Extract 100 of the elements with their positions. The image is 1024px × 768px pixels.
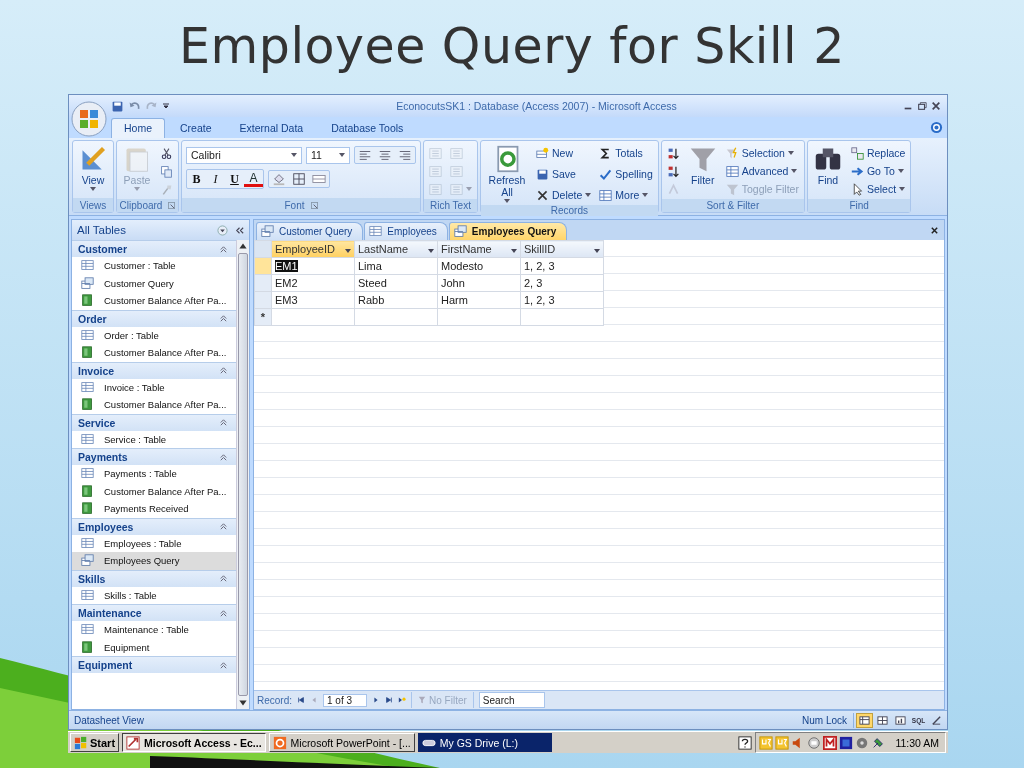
first-record-icon[interactable]	[297, 696, 305, 704]
collapse-icon[interactable]	[234, 224, 245, 236]
caret-icon	[504, 199, 510, 203]
dropdown-icon[interactable]	[217, 224, 228, 236]
customize-icon[interactable]	[162, 102, 170, 110]
group-label: Views	[79, 199, 107, 211]
navigation-item[interactable]: Equipment	[72, 638, 236, 656]
restore-icon[interactable]	[917, 101, 927, 111]
search-field[interactable]: Search	[478, 692, 545, 708]
last-record-icon[interactable]	[385, 696, 394, 704]
navigation-item[interactable]: Customer : Table	[72, 257, 236, 275]
table-icon	[81, 380, 94, 394]
navigation-item[interactable]: Maintenance : Table	[72, 621, 236, 639]
document-tab[interactable]: Customer Query	[256, 222, 364, 240]
save-icon[interactable]	[111, 99, 124, 113]
taskbar-button[interactable]: Microsoft PowerPoint - [...	[268, 733, 415, 752]
group-label: Records	[550, 205, 588, 216]
caret-icon	[466, 187, 472, 191]
ribbon-button[interactable]: View	[75, 143, 111, 198]
group-header[interactable]: Customer	[72, 240, 236, 257]
taskbar-button[interactable]: Microsoft Access - Ec...	[122, 733, 266, 752]
navigation-item[interactable]: Customer Query	[72, 274, 236, 292]
plug-icon[interactable]	[871, 735, 886, 750]
group-header[interactable]: Employees	[72, 517, 236, 535]
brush-icon	[160, 182, 173, 196]
ribbon-button[interactable]: Select	[847, 180, 909, 198]
pencil-icon	[931, 714, 942, 726]
column-header[interactable]: SkillID	[520, 240, 604, 258]
group-header[interactable]: Maintenance	[72, 604, 236, 621]
group-header[interactable]: Service	[72, 413, 236, 431]
navigation-item[interactable]: Employees Query	[72, 552, 236, 570]
start-button[interactable]: Start	[70, 733, 120, 752]
ribbon-button[interactable]: Totals	[596, 144, 656, 162]
monitor-icon[interactable]	[839, 735, 854, 750]
font-size-field[interactable]: 11	[306, 146, 350, 164]
italic-button[interactable]: I	[206, 170, 225, 188]
font-color-button[interactable]: A	[244, 171, 263, 187]
group-header[interactable]: Payments	[72, 448, 236, 465]
ribbon-button[interactable]: More	[596, 186, 656, 204]
network-icon[interactable]	[807, 735, 822, 750]
datasheet-view-button[interactable]	[856, 712, 873, 728]
ribbon-button[interactable]: Find	[809, 143, 846, 199]
table-cell: John	[437, 274, 521, 292]
query-icon	[261, 225, 274, 238]
group-header[interactable]: Equipment	[72, 656, 236, 673]
column-header[interactable]: LastName	[354, 240, 438, 258]
navigation-item[interactable]: Payments Received	[72, 500, 236, 518]
navigation-item[interactable]: Employees : Table	[72, 534, 236, 552]
ribbon-button[interactable]: Selection	[722, 144, 802, 162]
navigation-item[interactable]: Customer Balance After Pa...	[72, 292, 236, 310]
navigation-item[interactable]: Customer Balance After Pa...	[72, 482, 236, 500]
ribbon-button[interactable]: Refresh All	[483, 143, 531, 205]
underline-button[interactable]: U	[225, 170, 244, 188]
ribbon-button[interactable]: Filter	[684, 143, 721, 199]
ribbon-button[interactable]: Save	[533, 165, 595, 183]
report-icon	[81, 502, 94, 516]
sort-ascending-icon	[666, 146, 680, 160]
ribbon-button[interactable]: Replace	[847, 144, 909, 162]
ribbon-button[interactable]: Go To	[847, 162, 909, 180]
font-name-field[interactable]: Calibri	[186, 146, 302, 164]
new-record-icon	[536, 146, 549, 160]
column-header[interactable]: EmployeeID	[271, 240, 355, 258]
navigation-item[interactable]: Invoice : Table	[72, 378, 236, 396]
column-header[interactable]: FirstName	[437, 240, 521, 258]
ribbon-tab[interactable]: External Data	[226, 118, 317, 138]
record-position-field[interactable]: 1 of 3	[323, 693, 368, 707]
navigation-item[interactable]: Customer Balance After Pa...	[72, 396, 236, 414]
navigation-item[interactable]: Skills : Table	[72, 586, 236, 604]
document-tab[interactable]: Employees	[364, 222, 448, 240]
navigation-item[interactable]: Payments : Table	[72, 465, 236, 483]
close-icon[interactable]	[930, 225, 939, 235]
caret-icon	[642, 193, 649, 197]
ribbon-tab[interactable]: Home	[111, 118, 165, 138]
ribbon-button[interactable]: Delete	[533, 186, 595, 204]
table-cell: 2, 3	[520, 274, 604, 292]
new-record-icon[interactable]	[398, 696, 407, 704]
table-cell: 1, 2, 3	[520, 257, 604, 275]
ribbon-tab[interactable]: Database Tools	[318, 118, 417, 138]
caret-icon	[291, 153, 297, 157]
caret-icon	[585, 193, 592, 197]
slide-title: Employee Query for Skill 2	[178, 17, 846, 77]
scissors-icon	[160, 146, 173, 160]
ribbon-tab[interactable]: Create	[167, 118, 225, 138]
bold-button[interactable]: B	[187, 170, 206, 188]
close-icon[interactable]	[931, 101, 941, 111]
dialog-launcher-icon[interactable]	[310, 201, 318, 209]
scrollbar[interactable]	[236, 240, 249, 709]
dialog-launcher-icon[interactable]	[168, 202, 176, 209]
group-header[interactable]: Invoice	[72, 361, 236, 379]
navigation-item[interactable]: Customer Balance After Pa...	[72, 344, 236, 362]
ribbon-button[interactable]: Spelling	[596, 165, 656, 183]
group-header[interactable]: Order	[72, 309, 236, 327]
ribbon-button[interactable]: Advanced	[722, 162, 802, 180]
table-icon	[599, 188, 613, 202]
navigation-item[interactable]: Order : Table	[72, 326, 236, 344]
navigation-item[interactable]: Service : Table	[72, 430, 236, 448]
document-tab[interactable]: Employees Query	[448, 222, 568, 240]
taskbar-button[interactable]: My GS Drive (L:)	[417, 733, 552, 752]
help-icon[interactable]	[738, 735, 753, 750]
ribbon-button[interactable]: New	[533, 144, 595, 162]
